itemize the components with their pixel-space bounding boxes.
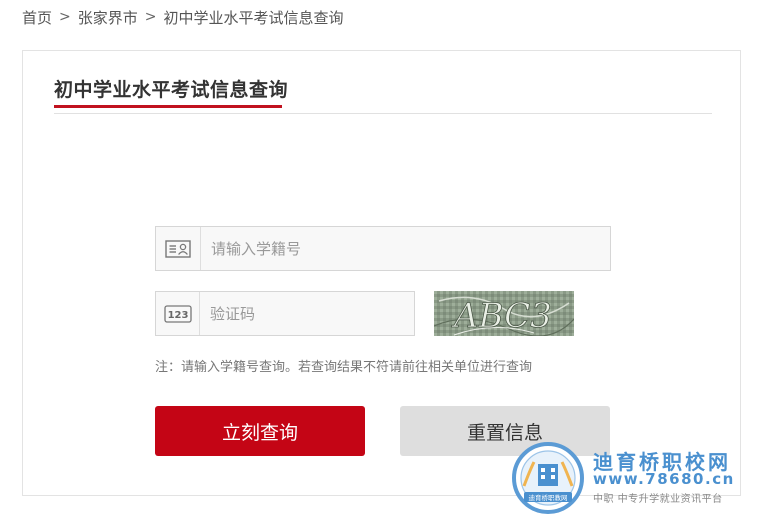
student-id-input[interactable] [201, 227, 610, 270]
page: 首页 > 张家界市 > 初中学业水平考试信息查询 初中学业水平考试信息查询 请输… [0, 0, 760, 522]
svg-text:123: 123 [167, 310, 188, 321]
breadcrumb-current: 初中学业水平考试信息查询 [163, 8, 344, 27]
query-button[interactable]: 立刻查询 [155, 406, 365, 456]
query-note: 注：请输入学籍号查询。若查询结果不符请前往相关单位进行查询 [155, 360, 533, 375]
student-id-field [155, 226, 611, 271]
breadcrumb-city[interactable]: 张家界市 [78, 7, 138, 28]
query-panel: 初中学业水平考试信息查询 123 [22, 50, 741, 496]
breadcrumb-separator: > [59, 9, 71, 25]
title-divider [54, 113, 712, 114]
captcha-field: 123 [155, 291, 415, 336]
captcha-text: ABC3 [451, 296, 552, 336]
site-watermark: 迪育桥职教网 迪育桥职校网 www.78680.cn 中职 中专升学就业资讯平台 [508, 438, 760, 518]
captcha-image[interactable]: ABC3 [434, 291, 574, 336]
watermark-slogan: 中职 中专升学就业资讯平台 [593, 494, 723, 505]
title-underline [54, 105, 282, 108]
watermark-logo-icon: 迪育桥职教网 [512, 442, 584, 514]
breadcrumb-separator: > [144, 9, 157, 25]
captcha-input[interactable] [200, 292, 414, 335]
watermark-url: www.78680.cn [593, 470, 735, 488]
id-card-icon [156, 227, 201, 270]
breadcrumb-home[interactable]: 首页 [22, 7, 52, 28]
watermark-badge-text: 迪育桥职教网 [529, 493, 568, 502]
panel-title: 初中学业水平考试信息查询 [54, 79, 289, 101]
number-123-icon: 123 [156, 292, 200, 335]
breadcrumb: 首页 > 张家界市 > 初中学业水平考试信息查询 [22, 6, 344, 28]
